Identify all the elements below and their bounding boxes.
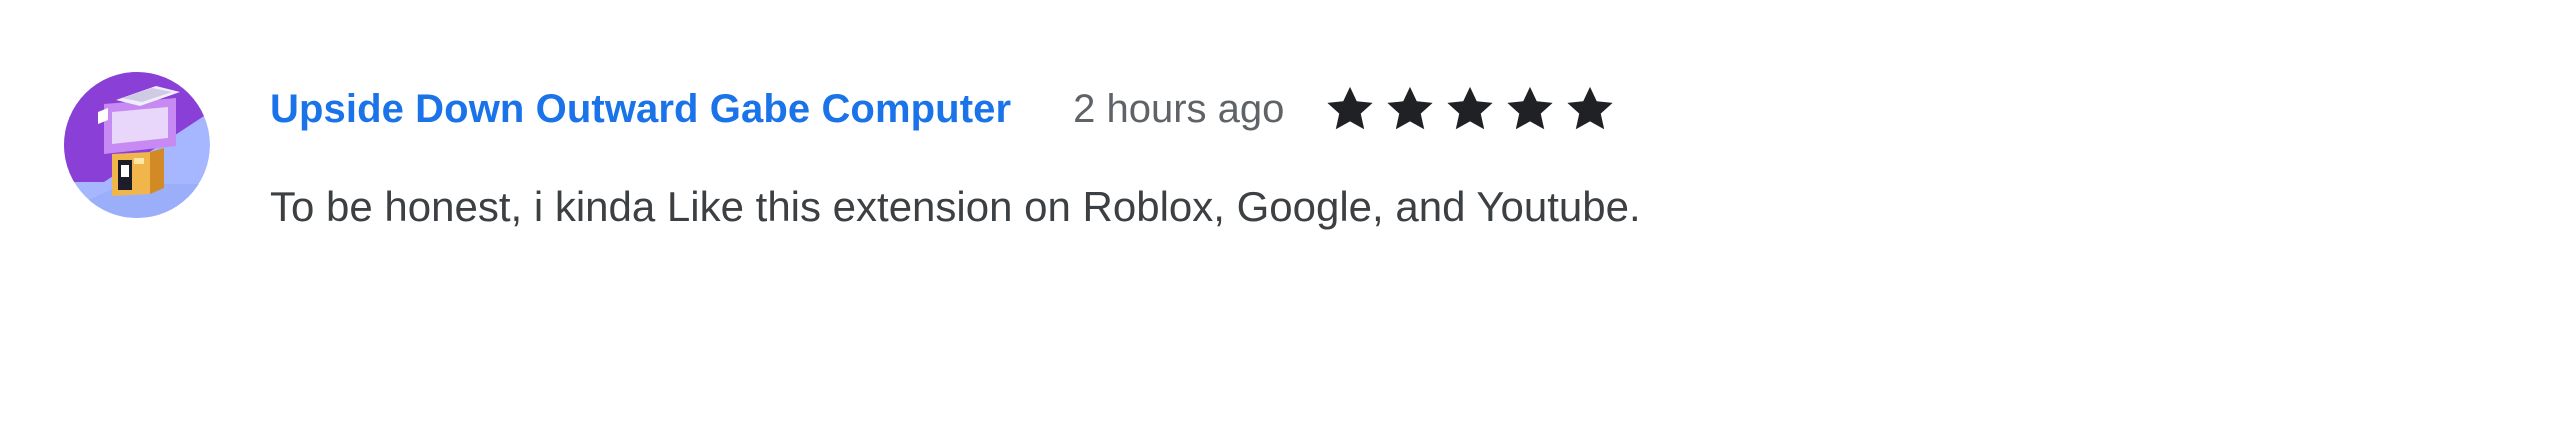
- author-name-link[interactable]: Upside Down Outward Gabe Computer: [270, 87, 1011, 132]
- review-text: To be honest, i kinda Like this extensio…: [270, 183, 1641, 230]
- star-rating: [1322, 81, 1622, 137]
- star-icon: [1382, 81, 1438, 137]
- review-timestamp: 2 hours ago: [1073, 86, 1285, 131]
- star-icon: [1502, 81, 1558, 137]
- review-body: Upside Down Outward Gabe Computer 2 hour…: [270, 72, 2504, 233]
- star-icon: [1562, 81, 1618, 137]
- retro-computer-avatar-icon: [64, 72, 210, 218]
- review-card: Upside Down Outward Gabe Computer 2 hour…: [64, 72, 2504, 272]
- avatar[interactable]: [64, 72, 210, 218]
- star-icon: [1442, 81, 1498, 137]
- star-icon: [1322, 81, 1378, 137]
- review-header: Upside Down Outward Gabe Computer 2 hour…: [270, 77, 2504, 141]
